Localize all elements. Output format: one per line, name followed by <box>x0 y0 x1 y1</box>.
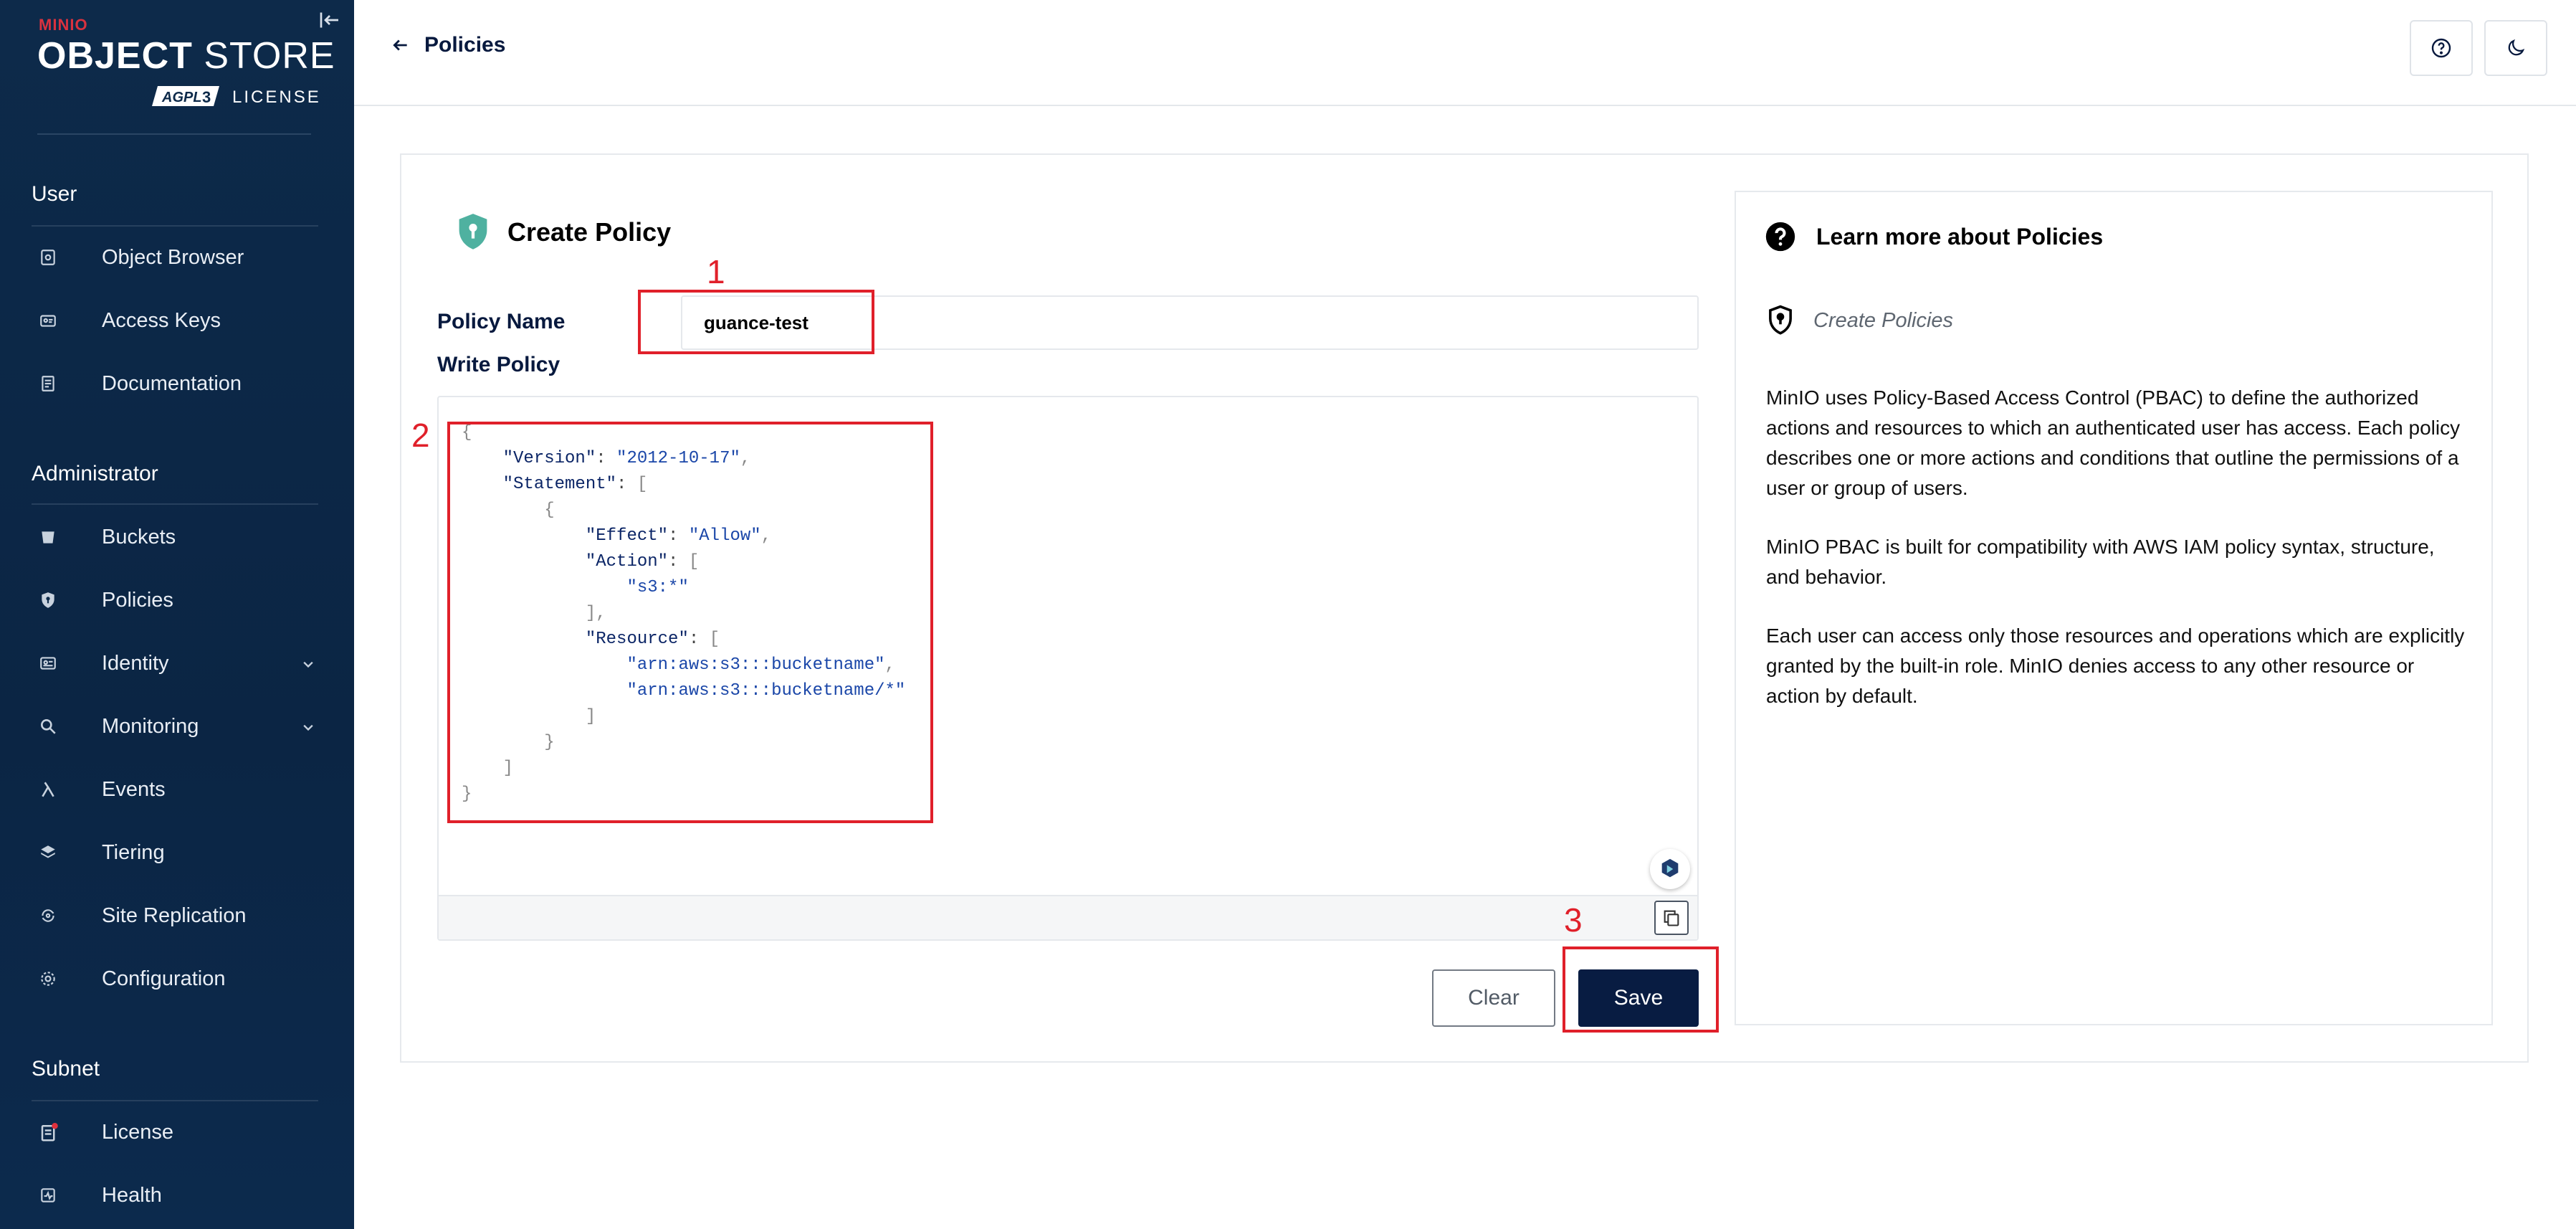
sidebar-item-documentation[interactable]: Documentation <box>32 359 318 409</box>
annotation-number-1: 1 <box>707 253 725 290</box>
sidebar-item-tiering[interactable]: Tiering <box>32 827 318 878</box>
top-bar: Policies <box>354 0 2576 106</box>
annotation-number-2: 2 <box>411 417 430 454</box>
documentation-icon <box>32 369 72 398</box>
sidebar-item-health[interactable]: Health <box>32 1170 318 1220</box>
shield-outline-icon <box>1769 305 1792 335</box>
section-divider <box>32 1100 318 1101</box>
access-keys-icon <box>32 306 72 335</box>
sidebar-item-buckets[interactable]: Buckets <box>32 512 318 562</box>
sidebar-item-label: Health <box>102 1183 162 1207</box>
back-link[interactable]: Policies <box>391 33 505 57</box>
collapse-sidebar-icon[interactable] <box>317 7 343 33</box>
write-policy-label: Write Policy <box>437 353 560 376</box>
sidebar-item-monitoring[interactable]: Monitoring <box>32 701 318 751</box>
chevron-down-icon[interactable] <box>298 654 318 674</box>
section-divider <box>32 225 318 227</box>
monitoring-icon <box>32 712 72 741</box>
sidebar-item-identity[interactable]: Identity <box>32 638 318 688</box>
question-filled-icon <box>1765 222 1795 252</box>
policy-shield-icon <box>459 214 487 250</box>
sidebar-item-label: License <box>102 1120 173 1144</box>
question-circle-icon <box>2431 38 2451 58</box>
sidebar-item-label: Events <box>102 777 166 801</box>
health-icon <box>32 1181 72 1210</box>
site-replication-icon <box>32 901 72 930</box>
agpl-badge-icon: AGPL 3 <box>152 86 219 106</box>
section-divider <box>32 503 318 505</box>
svg-text:3: 3 <box>202 88 211 106</box>
identity-icon <box>32 649 72 678</box>
sidebar: MINIO OBJECT STORE AGPL 3 LICENSE User O… <box>0 0 354 1229</box>
section-title-user: User <box>32 182 77 206</box>
help-subtitle: Create Policies <box>1813 308 1954 332</box>
lambda-icon <box>32 775 72 804</box>
arrow-left-icon <box>393 39 407 51</box>
help-paragraph-2: MinIO PBAC is built for compatibility wi… <box>1766 536 2435 588</box>
policies-icon <box>32 586 72 614</box>
sidebar-item-label: Access Keys <box>102 308 221 332</box>
annotation-box-2 <box>447 422 933 823</box>
section-title-subnet: Subnet <box>32 1057 100 1081</box>
help-title: Learn more about Policies <box>1816 223 2104 250</box>
object-browser-icon <box>32 243 72 272</box>
logo-divider <box>37 133 311 135</box>
tiering-icon <box>32 838 72 867</box>
help-header: Learn more about Policies <box>1765 221 2103 252</box>
sidebar-item-label: Policies <box>102 588 173 612</box>
sidebar-item-label: Object Browser <box>102 245 244 269</box>
clear-button[interactable]: Clear <box>1432 969 1555 1027</box>
policy-name-label: Policy Name <box>437 310 566 333</box>
license-icon <box>32 1118 72 1147</box>
help-paragraph-3: Each user can access only those resource… <box>1766 625 2465 707</box>
form-header: Create Policy <box>454 212 671 252</box>
sidebar-item-label: Identity <box>102 651 169 675</box>
sidebar-item-object-browser[interactable]: Object Browser <box>32 232 318 283</box>
annotation-box-1 <box>638 290 874 354</box>
sidebar-item-configuration[interactable]: Configuration <box>32 954 318 1004</box>
help-button[interactable] <box>2410 20 2473 76</box>
page-title: Create Policy <box>507 217 672 247</box>
sidebar-item-label: Monitoring <box>102 714 199 738</box>
sidebar-item-access-keys[interactable]: Access Keys <box>32 295 318 346</box>
assistant-icon[interactable] <box>1650 849 1690 889</box>
sidebar-item-site-replication[interactable]: Site Replication <box>32 891 318 941</box>
sidebar-item-events[interactable]: Events <box>32 764 318 815</box>
back-label: Policies <box>424 33 506 57</box>
sidebar-item-label: Configuration <box>102 967 226 990</box>
chevron-down-icon[interactable] <box>298 717 318 737</box>
copy-button[interactable] <box>1654 901 1689 935</box>
sidebar-item-label: Tiering <box>102 840 165 864</box>
annotation-number-3: 3 <box>1564 901 1583 939</box>
help-paragraph-1: MinIO uses Policy-Based Access Control (… <box>1766 386 2461 499</box>
section-title-administrator: Administrator <box>32 462 158 485</box>
annotation-box-3 <box>1563 946 1719 1033</box>
gear-icon <box>32 964 72 993</box>
bucket-icon <box>32 523 72 551</box>
moon-icon <box>2508 39 2525 56</box>
sidebar-item-label: Buckets <box>102 525 176 549</box>
help-panel: Learn more about Policies Create Policie… <box>1735 191 2493 1025</box>
sidebar-item-label: Site Replication <box>102 903 247 927</box>
editor-footer <box>439 895 1697 939</box>
copy-icon <box>1664 910 1679 926</box>
sidebar-item-label: Documentation <box>102 371 242 395</box>
help-subtitle-row: Create Policies <box>1765 304 1953 337</box>
sidebar-item-license[interactable]: License <box>32 1107 318 1157</box>
svg-text:AGPL: AGPL <box>161 90 202 105</box>
sidebar-item-policies[interactable]: Policies <box>32 575 318 625</box>
dark-mode-button[interactable] <box>2484 20 2547 76</box>
minio-logo: MINIO OBJECT STORE AGPL 3 LICENSE <box>37 14 335 107</box>
